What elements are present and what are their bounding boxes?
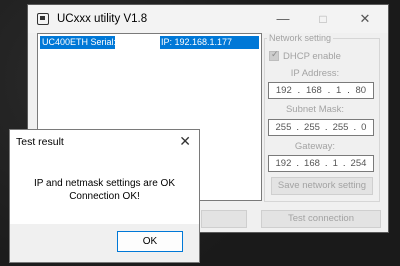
hidden-button[interactable]	[201, 210, 247, 228]
window-title: UCxxx utility V1.8	[57, 13, 148, 25]
mask-octet-1[interactable]: 255	[276, 122, 292, 133]
dialog-close-icon[interactable]: ✕	[179, 133, 191, 150]
dialog-message-line-2: Connection OK!	[69, 191, 140, 202]
device-ip: IP: 192.168.1.177	[161, 37, 233, 47]
maximize-button[interactable]: □	[306, 8, 340, 30]
device-serial-redacted	[115, 36, 160, 49]
device-serial-label: UC400ETH Serial:	[42, 37, 117, 47]
save-network-setting-button[interactable]: Save network setting	[271, 177, 373, 195]
dialog-title: Test result	[16, 136, 64, 148]
ok-button[interactable]: OK	[117, 231, 183, 252]
ip-octet-2[interactable]: 168	[306, 85, 322, 96]
dhcp-checkbox[interactable]	[269, 49, 279, 62]
test-result-dialog: Test result ✕ IP and netmask settings ar…	[9, 129, 200, 263]
dhcp-label: DHCP enable	[283, 51, 341, 62]
mask-octet-4[interactable]: 0	[361, 122, 366, 133]
test-connection-button[interactable]: Test connection	[261, 210, 381, 228]
gw-octet-1[interactable]: 192	[276, 158, 292, 169]
ip-octet-4[interactable]: 80	[356, 85, 367, 96]
app-icon	[37, 13, 49, 25]
dialog-message: IP and netmask settings are OK Connectio…	[10, 177, 199, 203]
gw-octet-4[interactable]: 254	[351, 158, 367, 169]
ip-octet-1[interactable]: 192	[276, 85, 292, 96]
subnet-mask-label: Subnet Mask:	[285, 104, 345, 115]
minimize-button[interactable]: —	[266, 8, 300, 30]
gateway-field[interactable]: 192. 168. 1. 254	[268, 155, 374, 172]
ip-address-label: IP Address:	[290, 68, 340, 79]
gateway-label: Gateway:	[294, 141, 336, 152]
close-button[interactable]: ✕	[348, 8, 382, 30]
dhcp-option[interactable]: DHCP enable	[269, 49, 341, 62]
ip-address-field[interactable]: 192. 168. 1. 80	[268, 82, 374, 99]
title-bar[interactable]: UCxxx utility V1.8 — □ ✕	[28, 5, 388, 33]
dialog-message-line-1: IP and netmask settings are OK	[33, 178, 175, 189]
subnet-mask-field[interactable]: 255. 255. 255. 0	[268, 119, 374, 136]
ip-octet-3[interactable]: 1	[336, 85, 341, 96]
gw-octet-3[interactable]: 1	[333, 158, 338, 169]
mask-octet-3[interactable]: 255	[333, 122, 349, 133]
gw-octet-2[interactable]: 168	[304, 158, 320, 169]
network-setting-label: Network setting	[267, 33, 334, 43]
mask-octet-2[interactable]: 255	[304, 122, 320, 133]
device-list-item[interactable]: UC400ETH Serial: IP: 192.168.1.177	[40, 36, 259, 49]
